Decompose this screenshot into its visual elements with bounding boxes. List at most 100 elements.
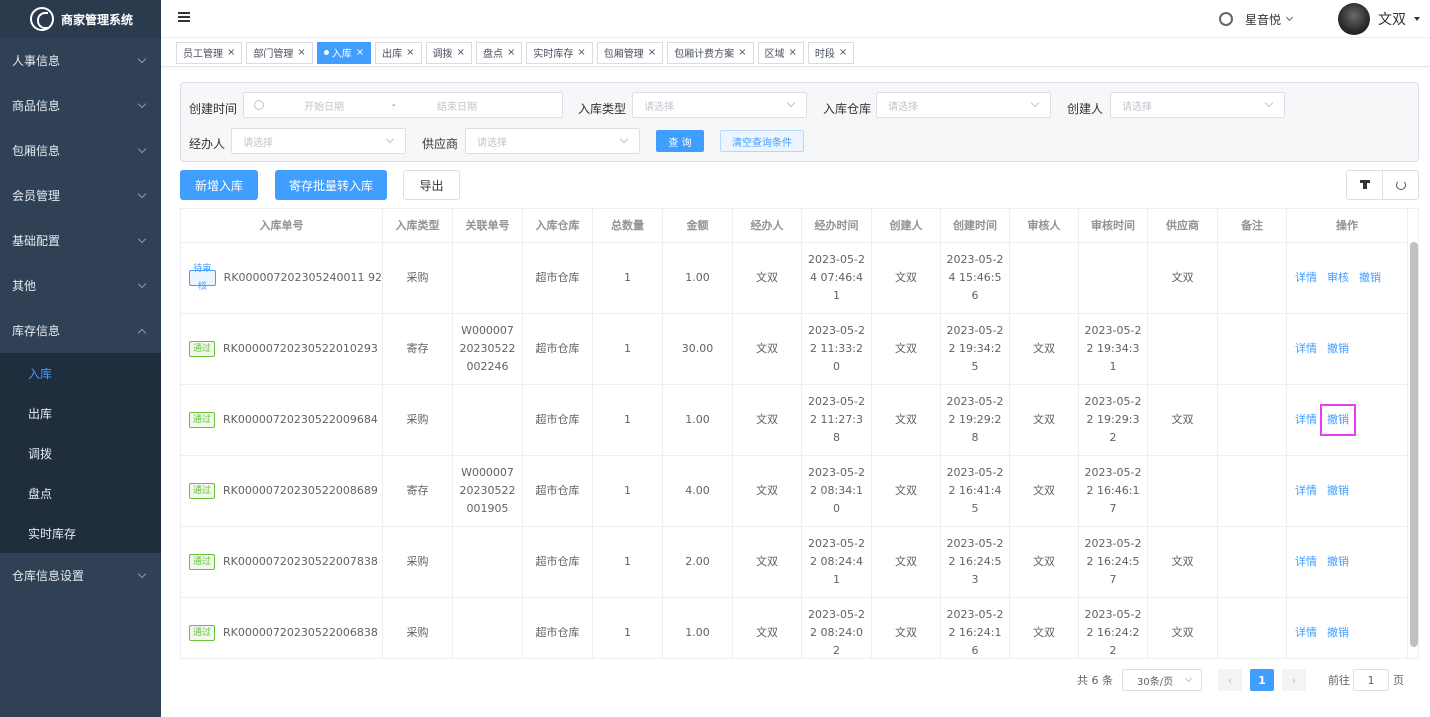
page-1-button[interactable]: 1 (1250, 669, 1274, 691)
hamburger-icon[interactable] (178, 12, 190, 23)
menu-members[interactable]: 会员管理 (0, 173, 161, 218)
close-icon[interactable]: × (297, 47, 305, 58)
menu-rooms[interactable]: 包厢信息 (0, 128, 161, 173)
tab-stocktake[interactable]: 盘点 × (475, 41, 523, 64)
audit-link[interactable]: 审核 (1327, 269, 1349, 287)
menu-other[interactable]: 其他 (0, 263, 161, 308)
tab-label: 盘点 (482, 49, 503, 60)
detail-link[interactable]: 详情 (1295, 340, 1317, 358)
col-auditor-cell: 文双 (1010, 598, 1079, 658)
close-icon[interactable]: × (738, 47, 746, 58)
sidebar-item-realtime-stock[interactable]: 实时库存 (0, 513, 161, 553)
revoke-link[interactable]: 撤销 (1327, 624, 1349, 642)
tab-inbound[interactable]: 入库 × (316, 41, 372, 64)
handler-label: 经办人 (189, 137, 226, 151)
col-auditor-cell: 文双 (1010, 314, 1079, 384)
creator-select[interactable]: 请选择 (1110, 92, 1285, 118)
prev-page-button[interactable]: ‹ (1218, 669, 1242, 691)
next-page-button[interactable]: › (1282, 669, 1306, 691)
avatar[interactable] (1338, 3, 1370, 35)
tab-room-billing[interactable]: 包厢计费方案 × (667, 41, 754, 64)
table-row: 通过 RK00000720230522006838 采购 超市仓库 1 1.00 文双 202… (181, 598, 1408, 658)
menu-label: 商品信息 (12, 99, 61, 113)
col-supplier-cell: 文双 (1148, 598, 1218, 658)
query-button[interactable]: 查 询 (656, 130, 704, 152)
caret-down-icon[interactable] (1414, 17, 1420, 21)
type-select[interactable]: 请选择 (632, 92, 807, 118)
revoke-link[interactable]: 撤销 (1320, 404, 1356, 436)
close-icon[interactable]: × (227, 47, 235, 58)
export-button[interactable]: 导出 (403, 170, 460, 200)
tab-room-management[interactable]: 包厢管理 × (596, 41, 664, 64)
menu-warehouse-settings[interactable]: 仓库信息设置 (0, 553, 161, 598)
close-icon[interactable]: × (839, 47, 847, 58)
revoke-link[interactable]: 撤销 (1327, 553, 1349, 571)
tab-department[interactable]: 部门管理 × (246, 41, 313, 64)
col-order-no-cell: 通过 RK00000720230522006838 (181, 598, 383, 658)
col-operations-cell: 详情 撤销 (1287, 385, 1408, 455)
col-supplier-header: 供应商 (1148, 209, 1218, 242)
column-filter-button[interactable] (1347, 171, 1382, 199)
close-icon[interactable]: × (457, 47, 465, 58)
sidebar-item-stocktake[interactable]: 盘点 (0, 473, 161, 513)
goto-page-input[interactable]: 1 (1353, 669, 1389, 691)
page-size-select[interactable]: 30条/页 (1122, 669, 1202, 691)
detail-link[interactable]: 详情 (1295, 553, 1317, 571)
close-icon[interactable]: × (406, 47, 414, 58)
refresh-button[interactable] (1382, 171, 1418, 199)
revoke-link[interactable]: 撤销 (1359, 269, 1381, 287)
revoke-link[interactable]: 撤销 (1327, 482, 1349, 500)
created-date-range[interactable]: 开始日期 - 结束日期 (243, 92, 563, 118)
batch-inbound-button[interactable]: 寄存批量转入库 (275, 170, 387, 200)
close-icon[interactable]: × (789, 47, 797, 58)
col-handle-time-cell: 2023-05-2 2 11:27:3 8 (802, 385, 872, 455)
detail-link[interactable]: 详情 (1295, 624, 1317, 642)
col-remark-cell (1218, 456, 1287, 526)
revoke-link[interactable]: 撤销 (1327, 340, 1349, 358)
tab-realtime-stock[interactable]: 实时库存 × (526, 41, 593, 64)
col-audit-time-cell: 2023-05-2 2 19:34:3 1 (1079, 314, 1148, 384)
menu-inventory[interactable]: 库存信息 (0, 308, 161, 353)
close-icon[interactable]: × (577, 47, 585, 58)
col-auditor-cell: 文双 (1010, 456, 1079, 526)
sidebar-item-inbound[interactable]: 入库 (0, 353, 161, 393)
tab-period[interactable]: 时段 × (807, 41, 855, 64)
add-inbound-button[interactable]: 新增入库 (180, 170, 258, 200)
handler-select[interactable]: 请选择 (231, 128, 406, 154)
chevron-up-icon (137, 328, 147, 337)
tab-area[interactable]: 区域 × (757, 41, 804, 64)
tab-label: 出库 (382, 49, 403, 60)
order-number: RK000007202305240011 92 (223, 271, 382, 284)
tab-outbound[interactable]: 出库 × (375, 41, 422, 64)
col-remark-cell (1218, 598, 1287, 658)
menu-personnel[interactable]: 人事信息 (0, 38, 161, 83)
detail-link[interactable]: 详情 (1295, 411, 1317, 429)
clear-filter-button[interactable]: 清空查询条件 (720, 130, 804, 152)
col-create-time-cell: 2023-05-2 2 19:34:2 5 (941, 314, 1010, 384)
tab-staff[interactable]: 员工管理 × (176, 41, 243, 64)
status-badge: 通过 (189, 412, 216, 428)
shop-selector[interactable]: 星音悦 (1245, 11, 1281, 28)
col-creator-cell: 文双 (872, 314, 941, 384)
tags-view: 员工管理 × 部门管理 × 入库 × 出库 × 调拨 × 盘点 × 实时库存 × 包厢管理 × … (161, 39, 1430, 67)
start-date-input[interactable]: 开始日期 (304, 98, 344, 113)
col-auditor-cell (1010, 243, 1079, 313)
menu-goods[interactable]: 商品信息 (0, 83, 161, 128)
col-creator-cell: 文双 (872, 243, 941, 313)
detail-link[interactable]: 详情 (1295, 269, 1317, 287)
col-handler-cell: 文双 (733, 385, 802, 455)
detail-link[interactable]: 详情 (1295, 482, 1317, 500)
user-name[interactable]: 文双 (1378, 9, 1406, 29)
sidebar-item-transfer[interactable]: 调拨 (0, 433, 161, 473)
menu-basic-config[interactable]: 基础配置 (0, 218, 161, 263)
sidebar-item-outbound[interactable]: 出库 (0, 393, 161, 433)
table-scrollbar[interactable] (1410, 242, 1418, 647)
tab-transfer[interactable]: 调拨 × (425, 41, 472, 64)
close-icon[interactable]: × (648, 47, 656, 58)
warehouse-select[interactable]: 请选择 (876, 92, 1051, 118)
close-icon[interactable]: × (507, 47, 515, 58)
close-icon[interactable]: × (356, 47, 364, 58)
col-supplier-cell: 文双 (1148, 243, 1218, 313)
end-date-input[interactable]: 结束日期 (437, 98, 477, 113)
supplier-select[interactable]: 请选择 (465, 128, 640, 154)
